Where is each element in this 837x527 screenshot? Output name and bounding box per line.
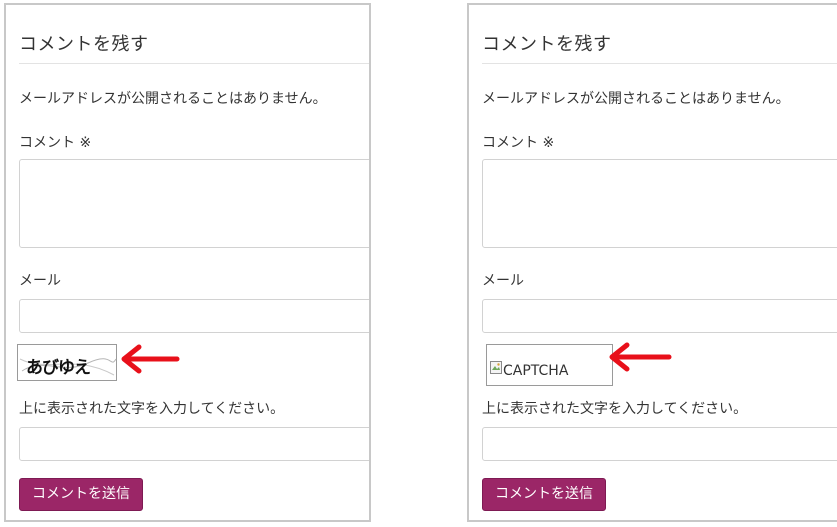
comment-label: コメント ※ xyxy=(19,135,92,151)
email-label: メール xyxy=(19,273,61,289)
comment-form-panel-left: コメントを残す メールアドレスが公開されることはありません。 コメント ※ メー… xyxy=(4,3,371,522)
comment-form-heading: コメントを残す xyxy=(19,34,149,55)
email-input[interactable] xyxy=(19,299,369,333)
captcha-input[interactable] xyxy=(482,427,837,461)
left-arrow-icon xyxy=(121,344,180,374)
email-notice: メールアドレスが公開されることはありません。 xyxy=(19,91,327,107)
submit-comment-button[interactable]: コメントを送信 xyxy=(482,478,606,511)
submit-comment-button[interactable]: コメントを送信 xyxy=(19,478,143,511)
left-arrow-icon xyxy=(609,342,672,372)
comment-form-heading: コメントを残す xyxy=(482,34,612,55)
comment-textarea[interactable] xyxy=(19,159,369,248)
captcha-instruction: 上に表示された文字を入力してください。 xyxy=(482,401,748,417)
comment-textarea[interactable] xyxy=(482,159,837,248)
captcha-input[interactable] xyxy=(19,427,369,461)
captcha-image: あびゆえ xyxy=(17,344,117,381)
divider xyxy=(19,63,369,64)
broken-image-icon xyxy=(490,361,502,374)
captcha-characters: あびゆえ xyxy=(26,358,91,378)
captcha-image-broken: CAPTCHA xyxy=(486,344,613,386)
comment-form-panel-right: コメントを残す メールアドレスが公開されることはありません。 コメント ※ メー… xyxy=(467,3,837,522)
captcha-instruction: 上に表示された文字を入力してください。 xyxy=(19,401,285,417)
email-notice: メールアドレスが公開されることはありません。 xyxy=(482,91,790,107)
email-input[interactable] xyxy=(482,299,837,333)
divider xyxy=(482,63,837,64)
comment-label: コメント ※ xyxy=(482,135,555,151)
email-label: メール xyxy=(482,273,524,289)
captcha-alt-text: CAPTCHA xyxy=(503,363,569,379)
